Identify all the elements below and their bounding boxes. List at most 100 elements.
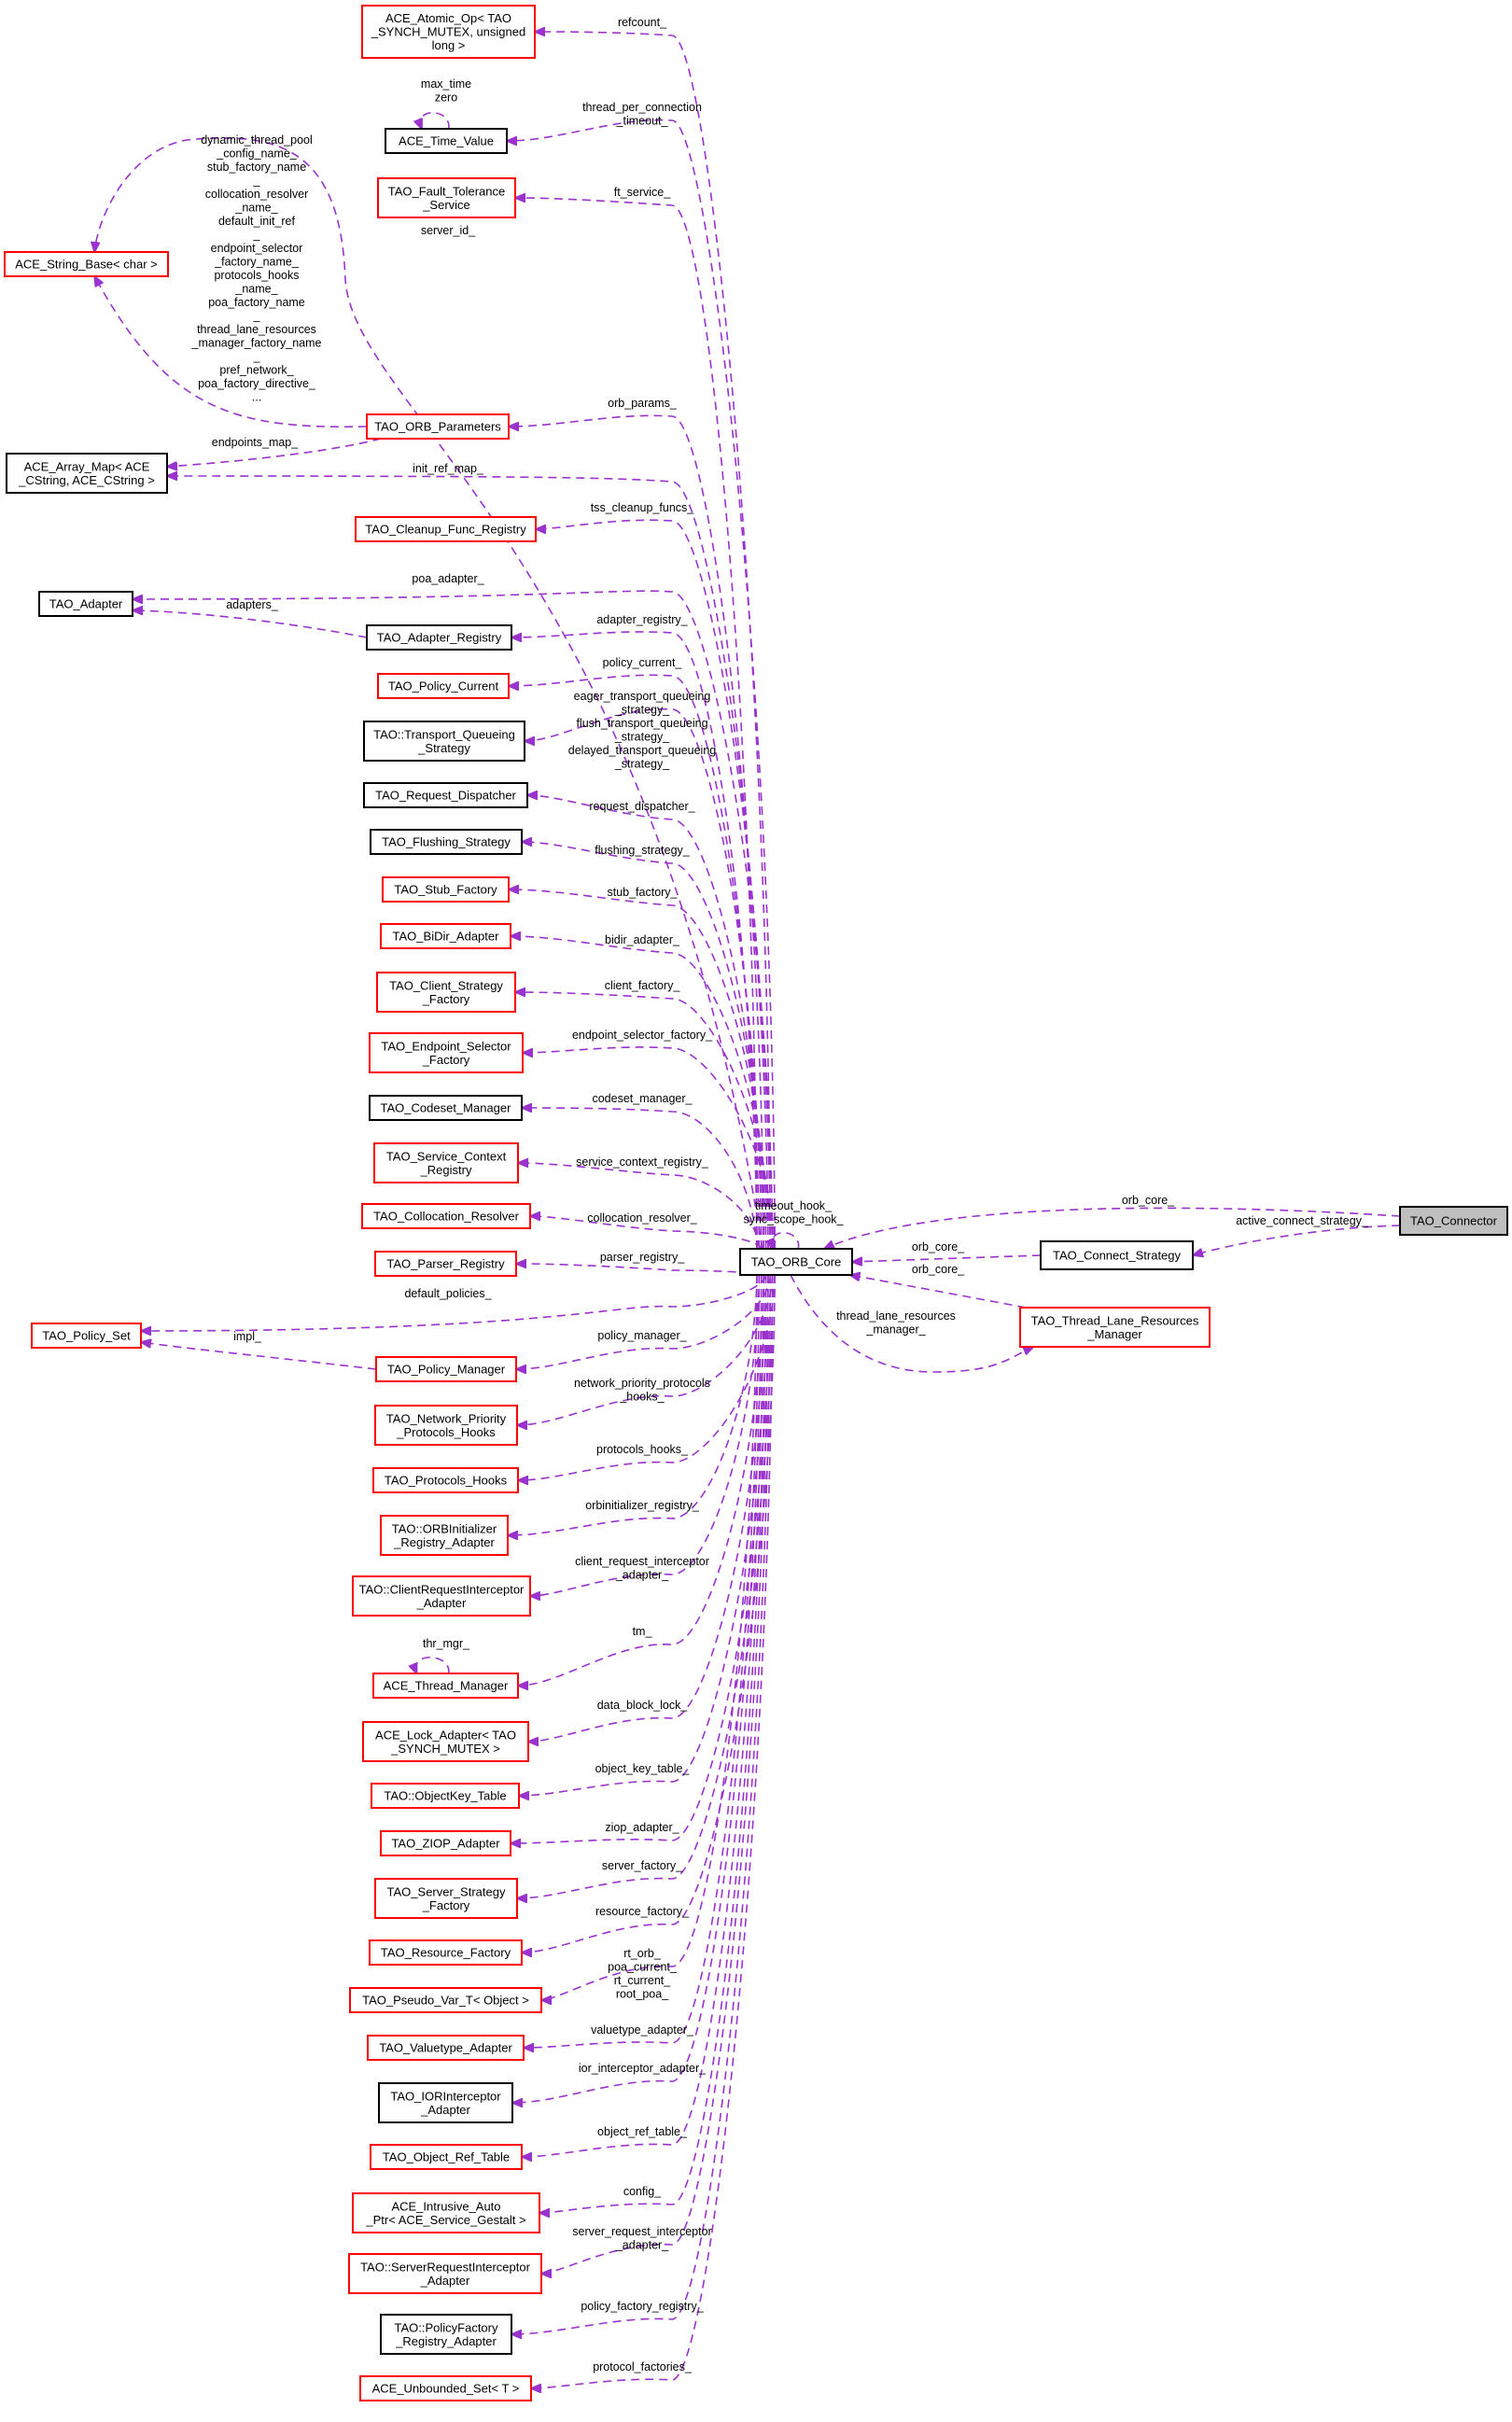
edge-orb_core-to-service_context bbox=[518, 1163, 761, 1250]
edge-label-line: adapters_ bbox=[226, 598, 279, 611]
edge-label-objectkey_table: object_key_table_ bbox=[595, 1762, 691, 1775]
edge-label-line: _ bbox=[253, 229, 261, 242]
edge-label-time_value: thread_per_connection _timeout_ bbox=[582, 101, 702, 128]
node-endpoint-selector[interactable]: TAO_Endpoint_Selector_Factory bbox=[369, 1032, 524, 1073]
edge-label-line: zero bbox=[435, 91, 457, 105]
edge-label-line: default_policies_ bbox=[404, 1287, 492, 1300]
node-time-value[interactable]: ACE_Time_Value bbox=[385, 128, 508, 154]
node-network-priority[interactable]: TAO_Network_Priority_Protocols_Hooks bbox=[374, 1405, 518, 1446]
node-thread-manager[interactable]: ACE_Thread_Manager bbox=[372, 1673, 519, 1699]
edge-label-time_value: max_time zero bbox=[421, 77, 471, 105]
node-policy-set[interactable]: TAO_Policy_Set bbox=[31, 1323, 142, 1349]
edge-label-ior_interceptor: ior_interceptor_adapter_ bbox=[579, 2062, 707, 2075]
node-label: TAO_Flushing_Strategy bbox=[382, 835, 511, 849]
node-connector[interactable]: TAO_Connector bbox=[1399, 1206, 1508, 1236]
edge-label-line: codeset_manager_ bbox=[592, 1092, 693, 1105]
edge-label-line: max_time bbox=[421, 77, 471, 91]
node-orbinitializer[interactable]: TAO::ORBInitializer_Registry_Adapter bbox=[380, 1515, 509, 1556]
node-label: TAO_ZIOP_Adapter bbox=[391, 1837, 500, 1851]
edge-label-object_ref_table: object_ref_table_ bbox=[597, 2125, 688, 2138]
node-label: _Adapter bbox=[416, 1596, 467, 1610]
node-array-map[interactable]: ACE_Array_Map< ACE_CString, ACE_CString … bbox=[6, 453, 168, 494]
edge-label-line: protocols_hooks bbox=[214, 269, 299, 282]
node-ior-interceptor[interactable]: TAO_IORInterceptor_Adapter bbox=[378, 2082, 513, 2123]
node-thread-lane[interactable]: TAO_Thread_Lane_Resources_Manager bbox=[1019, 1307, 1211, 1348]
edge-label-connect_strategy: active_connect_strategy_ bbox=[1236, 1214, 1369, 1227]
edge-label-policy_manager: policy_manager_ bbox=[597, 1329, 687, 1342]
node-unbounded-set[interactable]: ACE_Unbounded_Set< T > bbox=[359, 2375, 532, 2401]
node-flushing-strategy[interactable]: TAO_Flushing_Strategy bbox=[370, 829, 523, 855]
edge-label-line: _config_name_ bbox=[216, 147, 298, 161]
node-ziop-adapter[interactable]: TAO_ZIOP_Adapter bbox=[380, 1830, 511, 1856]
node-collocation-resolver[interactable]: TAO_Collocation_Resolver bbox=[361, 1203, 531, 1229]
edge-label-line: init_ref_map_ bbox=[413, 462, 484, 475]
node-client-strategy[interactable]: TAO_Client_Strategy_Factory bbox=[376, 972, 516, 1013]
node-label: TAO_ORB_Parameters bbox=[374, 420, 501, 434]
node-policy-current[interactable]: TAO_Policy_Current bbox=[377, 673, 510, 699]
node-parser-registry[interactable]: TAO_Parser_Registry bbox=[374, 1251, 517, 1277]
edge-orb_core-to-array_map bbox=[167, 476, 769, 1250]
edge-label-line: pref_network_ bbox=[219, 364, 294, 377]
node-policy-manager[interactable]: TAO_Policy_Manager bbox=[375, 1356, 517, 1382]
node-label: TAO_Request_Dispatcher bbox=[375, 789, 516, 803]
node-server-request-interceptor[interactable]: TAO::ServerRequestInterceptor_Adapter bbox=[348, 2253, 542, 2294]
edge-label-line: adapter_registry_ bbox=[596, 613, 688, 626]
node-label: TAO_Policy_Current bbox=[388, 679, 499, 693]
edge-label-line: _name_ bbox=[234, 283, 278, 296]
node-stub-factory[interactable]: TAO_Stub_Factory bbox=[382, 876, 510, 903]
edge-label-line: ... bbox=[252, 391, 261, 404]
edge-time_value-to-time_value bbox=[420, 111, 450, 129]
node-label: _Registry bbox=[420, 1163, 472, 1177]
node-label: TAO_Codeset_Manager bbox=[381, 1101, 512, 1115]
node-intrusive-auto-ptr[interactable]: ACE_Intrusive_Auto_Ptr< ACE_Service_Gest… bbox=[352, 2192, 540, 2233]
node-resource-factory[interactable]: TAO_Resource_Factory bbox=[369, 1939, 523, 1966]
node-request-dispatcher[interactable]: TAO_Request_Dispatcher bbox=[363, 782, 528, 808]
node-server-strategy[interactable]: TAO_Server_Strategy_Factory bbox=[374, 1878, 518, 1919]
edge-label-line: orb_params_ bbox=[608, 397, 678, 410]
edge-label-line: _strategy_ bbox=[614, 731, 670, 744]
node-cleanup-func[interactable]: TAO_Cleanup_Func_Registry bbox=[355, 516, 537, 542]
edge-label-orb_parameters: orb_params_ bbox=[608, 397, 678, 410]
edge-label-flushing_strategy: flushing_strategy_ bbox=[595, 844, 691, 857]
edge-label-line: flush_transport_queueing bbox=[576, 717, 707, 730]
node-adapter-registry[interactable]: TAO_Adapter_Registry bbox=[366, 624, 512, 651]
node-orb-core[interactable]: TAO_ORB_Core bbox=[739, 1248, 853, 1276]
node-label: _Factory bbox=[422, 992, 470, 1006]
edge-labels-layer: orb_core_ active_connect_strategy_ orb_cor… bbox=[191, 16, 1369, 2373]
node-objectkey-table[interactable]: TAO::ObjectKey_Table bbox=[371, 1783, 520, 1809]
edge-label-collocation_resolver: collocation_resolver_ bbox=[587, 1211, 697, 1225]
node-label: TAO_Adapter bbox=[49, 597, 123, 611]
node-adapter[interactable]: TAO_Adapter bbox=[38, 591, 133, 617]
node-atomic-op[interactable]: ACE_Atomic_Op< TAO_SYNCH_MUTEX, unsigned… bbox=[361, 5, 536, 59]
node-client-request-interceptor[interactable]: TAO::ClientRequestInterceptor_Adapter bbox=[352, 1575, 531, 1617]
edge-label-line: data_block_lock_ bbox=[597, 1699, 689, 1712]
node-connect-strategy[interactable]: TAO_Connect_Strategy bbox=[1040, 1240, 1194, 1270]
node-label: _Protocols_Hooks bbox=[396, 1425, 496, 1439]
node-label: TAO_Service_Context bbox=[386, 1149, 507, 1163]
edge-label-cleanup_func: tss_cleanup_funcs_ bbox=[591, 501, 695, 514]
node-bidir-adapter[interactable]: TAO_BiDir_Adapter bbox=[380, 923, 511, 949]
node-fault-tolerance[interactable]: TAO_Fault_Tolerance_Service bbox=[377, 177, 516, 218]
node-orb-parameters[interactable]: TAO_ORB_Parameters bbox=[366, 413, 510, 440]
node-codeset-manager[interactable]: TAO_Codeset_Manager bbox=[369, 1095, 523, 1121]
node-lock-adapter[interactable]: ACE_Lock_Adapter< TAO_SYNCH_MUTEX > bbox=[362, 1721, 529, 1762]
node-valuetype-adapter[interactable]: TAO_Valuetype_Adapter bbox=[367, 2035, 525, 2061]
node-label: _Registry_Adapter bbox=[393, 1535, 495, 1549]
node-label: TAO::PolicyFactory bbox=[394, 2320, 498, 2334]
edge-label-line: poa_factory_directive_ bbox=[198, 377, 316, 390]
node-string-base[interactable]: ACE_String_Base< char > bbox=[4, 251, 169, 277]
node-object-ref-table[interactable]: TAO_Object_Ref_Table bbox=[370, 2144, 523, 2170]
edge-label-server_strategy: server_factory_ bbox=[602, 1859, 683, 1872]
node-policyfactory-registry[interactable]: TAO::PolicyFactory_Registry_Adapter bbox=[380, 2314, 512, 2355]
node-label: _Factory bbox=[422, 1898, 470, 1912]
edge-label-line: ziop_adapter_ bbox=[605, 1821, 679, 1834]
node-label: _Adapter bbox=[420, 2103, 470, 2117]
edge-label-thread_lane: thread_lane_resources _manager_ bbox=[836, 1309, 956, 1337]
edge-orb_core-to-orbinitializer bbox=[508, 1274, 758, 1535]
node-protocols-hooks[interactable]: TAO_Protocols_Hooks bbox=[372, 1467, 519, 1493]
node-label: ACE_Thread_Manager bbox=[384, 1679, 509, 1693]
node-transport-queueing[interactable]: TAO::Transport_Queueing_Strategy bbox=[363, 721, 525, 762]
node-service-context[interactable]: TAO_Service_Context_Registry bbox=[373, 1142, 519, 1183]
node-pseudo-var[interactable]: TAO_Pseudo_Var_T< Object > bbox=[349, 1987, 542, 2013]
node-label: TAO_ORB_Core bbox=[751, 1255, 842, 1269]
